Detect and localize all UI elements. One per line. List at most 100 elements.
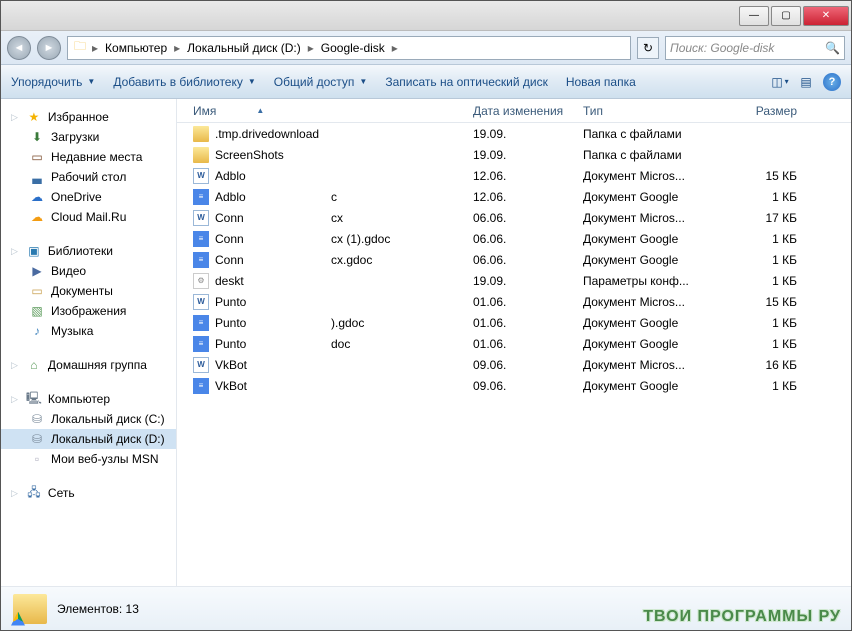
word-icon: W <box>193 294 209 310</box>
star-icon: ★ <box>26 109 42 125</box>
gdoc-icon: ≡ <box>193 315 209 331</box>
sidebar-item-label: Видео <box>51 264 86 278</box>
toolbar: Упорядочить▼ Добавить в библиотеку▼ Общи… <box>1 65 851 99</box>
explorer-window: — ▢ ✕ ◄ ► 🗀 ▸ Компьютер ▸ Локальный диск… <box>0 0 852 631</box>
file-type: Папка с файлами <box>575 148 725 162</box>
file-date: 01.06. <box>465 316 575 330</box>
file-size: 1 КБ <box>725 379 805 393</box>
breadcrumb[interactable]: 🗀 ▸ Компьютер ▸ Локальный диск (D:) ▸ Go… <box>67 36 631 60</box>
folder-icon <box>193 126 209 142</box>
column-date[interactable]: Дата изменения <box>465 104 575 118</box>
minimize-button[interactable]: — <box>739 6 769 26</box>
file-row[interactable]: W Punto 01.06. Документ Micros... 15 КБ <box>177 291 851 312</box>
sidebar-item[interactable]: ☁ Cloud Mail.Ru <box>1 207 176 227</box>
file-type: Документ Google <box>575 316 725 330</box>
file-type: Документ Google <box>575 190 725 204</box>
sidebar-item[interactable]: ▭ Документы <box>1 281 176 301</box>
file-name: VkBot <box>215 379 325 393</box>
burn-button[interactable]: Записать на оптический диск <box>385 75 548 89</box>
doc-icon: ▭ <box>29 283 45 299</box>
homegroup-icon: ⌂ <box>26 357 42 373</box>
refresh-button[interactable]: ↻ <box>637 37 659 59</box>
sidebar-item[interactable]: ⛁ Локальный диск (C:) <box>1 409 176 429</box>
file-name: Conn <box>215 253 325 267</box>
preview-pane-button[interactable]: ▤ <box>797 73 815 91</box>
crumb-disk-d[interactable]: Локальный диск (D:) <box>184 41 304 55</box>
search-input[interactable]: Поиск: Google-disk 🔍 <box>665 36 845 60</box>
file-name: Punto <box>215 337 325 351</box>
sidebar-network[interactable]: 🖧 Сеть <box>1 483 176 503</box>
disk-icon: ⛁ <box>29 411 45 427</box>
file-row[interactable]: ⚙ deskt 19.09. Параметры конф... 1 КБ <box>177 270 851 291</box>
file-date: 19.09. <box>465 148 575 162</box>
sidebar-item[interactable]: ⬇ Загрузки <box>1 127 176 147</box>
gdoc-icon: ≡ <box>193 231 209 247</box>
img-icon: ▧ <box>29 303 45 319</box>
help-button[interactable]: ? <box>823 73 841 91</box>
status-bar: Элементов: 13 ТВОИ ПРОГРАММЫ РУ <box>1 586 851 630</box>
file-row[interactable]: ScreenShots 19.09. Папка с файлами <box>177 144 851 165</box>
ini-icon: ⚙ <box>193 273 209 289</box>
organize-menu[interactable]: Упорядочить▼ <box>11 75 95 89</box>
sidebar-computer[interactable]: 🖳 Компьютер <box>1 389 176 409</box>
sidebar-item-label: Документы <box>51 284 113 298</box>
file-row[interactable]: W VkBot 09.06. Документ Micros... 16 КБ <box>177 354 851 375</box>
file-size: 16 КБ <box>725 358 805 372</box>
column-type[interactable]: Тип <box>575 104 725 118</box>
file-name-suffix: cx <box>331 211 343 225</box>
file-name: Punto <box>215 316 325 330</box>
file-type: Параметры конф... <box>575 274 725 288</box>
sidebar-item[interactable]: ▧ Изображения <box>1 301 176 321</box>
back-button[interactable]: ◄ <box>7 36 31 60</box>
sidebar-favorites[interactable]: ★ Избранное <box>1 107 176 127</box>
file-type: Документ Micros... <box>575 358 725 372</box>
file-row[interactable]: ≡ Punto doc 01.06. Документ Google 1 КБ <box>177 333 851 354</box>
maximize-button[interactable]: ▢ <box>771 6 801 26</box>
crumb-computer[interactable]: Компьютер <box>102 41 170 55</box>
file-row[interactable]: W Conn cx 06.06. Документ Micros... 17 К… <box>177 207 851 228</box>
sidebar-item[interactable]: ▭ Недавние места <box>1 147 176 167</box>
new-folder-button[interactable]: Новая папка <box>566 75 636 89</box>
column-name[interactable]: Имя▲ <box>185 104 465 118</box>
forward-button[interactable]: ► <box>37 36 61 60</box>
column-size[interactable]: Размер <box>725 104 805 118</box>
file-row[interactable]: ≡ Adblo c 12.06. Документ Google 1 КБ <box>177 186 851 207</box>
sidebar-homegroup[interactable]: ⌂ Домашняя группа <box>1 355 176 375</box>
file-name: ScreenShots <box>215 148 325 162</box>
file-type: Документ Google <box>575 379 725 393</box>
file-row[interactable]: ≡ Conn cx.gdoc 06.06. Документ Google 1 … <box>177 249 851 270</box>
sidebar-item[interactable]: ♪ Музыка <box>1 321 176 341</box>
column-headers: Имя▲ Дата изменения Тип Размер <box>177 99 851 123</box>
file-row[interactable]: W Adblo 12.06. Документ Micros... 15 КБ <box>177 165 851 186</box>
sidebar-item[interactable]: ▶ Видео <box>1 261 176 281</box>
file-row[interactable]: ≡ Punto ).gdoc 01.06. Документ Google 1 … <box>177 312 851 333</box>
crumb-google-disk[interactable]: Google-disk <box>318 41 388 55</box>
desk-icon: ▃ <box>29 169 45 185</box>
close-button[interactable]: ✕ <box>803 6 849 26</box>
watermark: ТВОИ ПРОГРАММЫ РУ <box>643 608 841 626</box>
folder-icon <box>193 147 209 163</box>
word-icon: W <box>193 168 209 184</box>
mail-icon: ☁ <box>29 209 45 225</box>
sidebar-item[interactable]: ▫ Мои веб-узлы MSN <box>1 449 176 469</box>
file-row[interactable]: ≡ Conn cx (1).gdoc 06.06. Документ Googl… <box>177 228 851 249</box>
file-date: 09.06. <box>465 358 575 372</box>
file-date: 06.06. <box>465 253 575 267</box>
folder-large-icon <box>13 594 47 624</box>
computer-icon: 🖳 <box>26 391 42 407</box>
sidebar-item-label: Загрузки <box>51 130 99 144</box>
sidebar-item[interactable]: ☁ OneDrive <box>1 187 176 207</box>
add-to-library-menu[interactable]: Добавить в библиотеку▼ <box>113 75 255 89</box>
share-menu[interactable]: Общий доступ▼ <box>274 75 368 89</box>
view-options-button[interactable]: ◫▾ <box>771 73 789 91</box>
sidebar-libraries[interactable]: ▣ Библиотеки <box>1 241 176 261</box>
sidebar-item[interactable]: ⛁ Локальный диск (D:) <box>1 429 176 449</box>
sidebar-item[interactable]: ▃ Рабочий стол <box>1 167 176 187</box>
search-placeholder: Поиск: Google-disk <box>670 41 774 55</box>
network-icon: 🖧 <box>26 485 42 501</box>
file-size: 1 КБ <box>725 274 805 288</box>
file-row[interactable]: .tmp.drivedownload 19.09. Папка с файлам… <box>177 123 851 144</box>
sidebar-item-label: OneDrive <box>51 190 102 204</box>
file-row[interactable]: ≡ VkBot 09.06. Документ Google 1 КБ <box>177 375 851 396</box>
item-count: Элементов: 13 <box>57 602 139 616</box>
